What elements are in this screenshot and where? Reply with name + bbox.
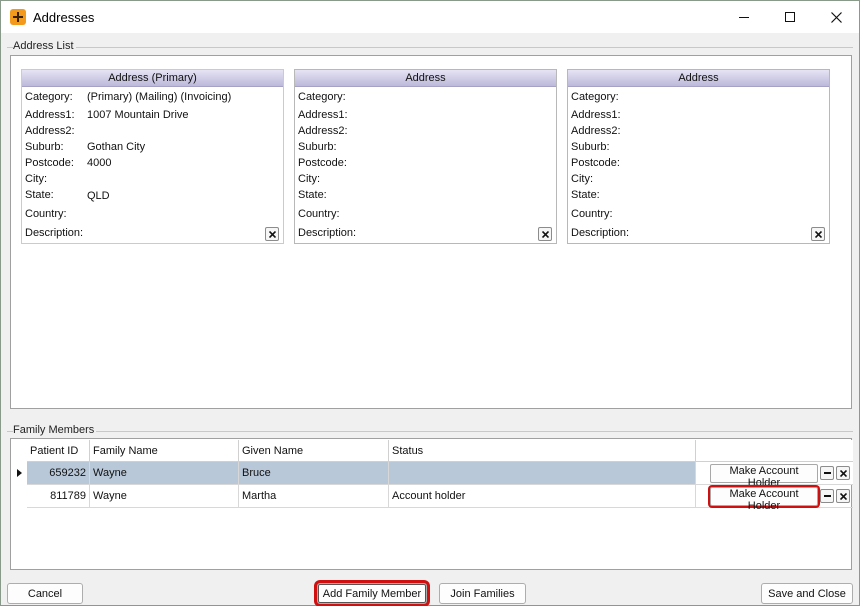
category-value: (Primary) (Mailing) (Invoicing) [87,91,232,103]
add-family-member-button[interactable]: Add Family Member [317,583,427,604]
city-label: City: [298,173,320,185]
address2-label: Address2: [298,125,348,137]
given-name-cell: Martha [239,485,389,508]
addresses-window: Addresses Address List Address (Primary)… [0,0,860,606]
delete-address-button[interactable] [265,227,279,241]
family-members-label: Family Members [13,424,97,436]
address1-label: Address1: [571,109,621,121]
cancel-button[interactable]: Cancel [7,583,83,604]
state-value: QLD [87,190,110,202]
family-members-divider [7,431,853,432]
patient-id-cell: 811789 [27,485,90,508]
title-bar[interactable]: Addresses [1,1,859,33]
close-icon [839,492,847,500]
remove-member-button[interactable] [820,466,834,480]
suburb-label: Suburb: [25,141,64,153]
address-card-primary[interactable]: Address (Primary) Category: (Primary) (M… [21,69,284,244]
current-row-indicator-icon [17,469,22,477]
family-name-cell: Wayne [90,462,239,485]
make-account-holder-button[interactable]: Make Account Holder [710,464,818,489]
category-label: Category: [298,91,346,103]
family-name-cell: Wayne [90,485,239,508]
country-label: Country: [25,208,67,220]
address-list-panel: Address (Primary) Category: (Primary) (M… [10,55,852,409]
app-logo-icon [10,9,26,25]
column-header-family-name[interactable]: Family Name [90,440,239,462]
address2-label: Address2: [571,125,621,137]
close-icon [814,230,822,238]
category-label: Category: [571,91,619,103]
postcode-label: Postcode: [571,157,620,169]
postcode-label: Postcode: [298,157,347,169]
address1-value: 1007 Mountain Drive [87,109,189,121]
address-card-3[interactable]: Address Category: Address1: Address2: Su… [567,69,830,244]
minimize-button[interactable] [721,1,767,33]
close-icon [541,230,549,238]
close-window-button[interactable] [813,1,859,33]
column-header-status[interactable]: Status [389,440,696,462]
status-cell: Account holder [389,485,696,508]
state-label: State: [571,189,600,201]
column-header-actions [696,440,853,462]
window-title: Addresses [33,10,95,25]
city-label: City: [25,173,47,185]
column-header-patient-id[interactable]: Patient ID [27,440,90,462]
close-icon [830,11,842,23]
patient-id-cell: 659232 [27,462,90,485]
country-label: Country: [571,208,613,220]
family-members-panel: Patient ID Family Name Given Name Status… [10,438,853,570]
city-label: City: [571,173,593,185]
save-and-close-button[interactable]: Save and Close [761,583,853,604]
delete-address-button[interactable] [538,227,552,241]
maximize-button[interactable] [767,1,813,33]
category-label: Category: [25,91,73,103]
table-row[interactable]: 659232 Wayne Bruce Make Account Holder [27,462,853,489]
delete-member-button[interactable] [836,489,850,503]
address2-label: Address2: [25,125,75,137]
address-card-header: Address [295,70,556,87]
make-account-holder-button[interactable]: Make Account Holder [710,487,818,512]
address1-label: Address1: [25,109,75,121]
address-card-header: Address (Primary) [22,70,283,87]
delete-member-button[interactable] [836,466,850,480]
status-cell [389,462,696,485]
minimize-icon [739,16,749,18]
description-label: Description: [298,227,357,239]
given-name-cell: Bruce [239,462,389,485]
address-list-label: Address List [13,40,76,52]
country-label: Country: [298,208,340,220]
close-icon [268,230,276,238]
minus-icon [823,495,831,497]
postcode-value: 4000 [87,157,112,169]
remove-member-button[interactable] [820,489,834,503]
description-label: Description: [25,227,84,239]
join-families-button[interactable]: Join Families [439,583,526,604]
minus-icon [823,472,831,474]
state-label: State: [298,189,327,201]
suburb-label: Suburb: [571,141,610,153]
address-list-divider [7,47,853,48]
close-icon [839,469,847,477]
postcode-label: Postcode: [25,157,74,169]
column-header-given-name[interactable]: Given Name [239,440,389,462]
suburb-label: Suburb: [298,141,337,153]
state-label: State: [25,189,54,201]
maximize-icon [785,12,795,22]
description-label: Description: [571,227,630,239]
address-card-2[interactable]: Address Category: Address1: Address2: Su… [294,69,557,244]
address1-label: Address1: [298,109,348,121]
suburb-value: Gothan City [87,141,146,153]
address-card-header: Address [568,70,829,87]
table-row[interactable]: 811789 Wayne Martha Account holder Make … [27,485,853,512]
delete-address-button[interactable] [811,227,825,241]
